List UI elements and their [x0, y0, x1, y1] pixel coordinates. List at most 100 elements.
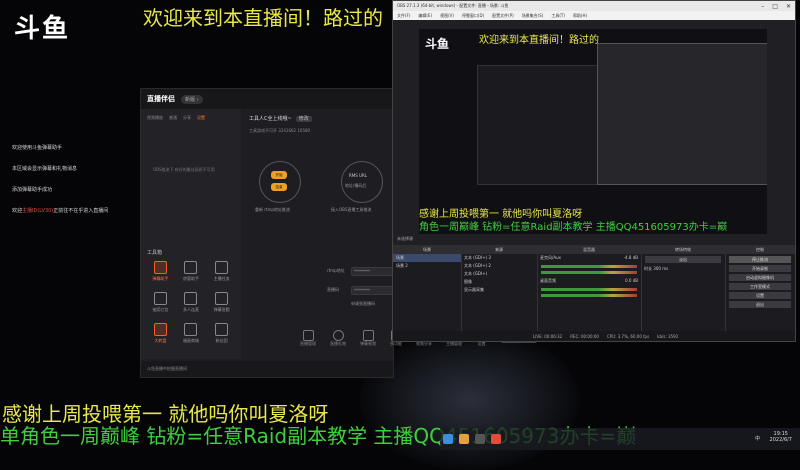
toolbox-header: 工具箱 — [147, 250, 163, 256]
clock[interactable]: 19:15 2022/6/7 — [770, 431, 792, 443]
menu-profile[interactable]: 配置文件(P) — [492, 13, 514, 19]
scene-item[interactable]: 场景 — [393, 254, 461, 262]
menu-docks[interactable]: 停靠窗口(D) — [462, 13, 484, 19]
settings-button[interactable]: 设置 — [729, 292, 791, 299]
menu-help[interactable]: 帮助(H) — [573, 13, 587, 19]
tab-normal[interactable]: 普通 — [169, 115, 177, 121]
mixer-meter — [541, 294, 637, 297]
obs-menubar: 文件(F) 编辑(E) 视图(V) 停靠窗口(D) 配置文件(P) 场景集合(S… — [393, 11, 795, 20]
tool-wheel[interactable]: 大转盘 — [145, 323, 176, 344]
mixer-dock: 混音器 麦克风/Aux -4.8 dB 桌面音频 0.0 dB — [537, 245, 642, 331]
stream-key-label: 直播码 — [327, 287, 339, 292]
bottom-icon[interactable]: 直播礼物 — [330, 330, 346, 347]
source-item[interactable]: 显示器采集 — [461, 286, 537, 294]
obs-preview[interactable]: 斗鱼 欢迎来到本直播间！路过的 感谢上周投喂第一 就他吗你叫夏洛呀 角色一周巅峰… — [419, 29, 767, 234]
tool-tasks[interactable]: 主播任务 — [206, 261, 237, 282]
user-icon — [184, 261, 198, 274]
exit-button[interactable]: 退出 — [729, 301, 791, 308]
scene-item[interactable]: 场景 2 — [393, 262, 461, 270]
scenes-dock: 场景 场景 场景 2 — [393, 245, 462, 331]
preview-title: 欢迎来到本直播间！路过的 — [479, 35, 599, 46]
quiz-icon — [215, 292, 229, 305]
shop-icon — [184, 323, 198, 336]
tool-quiz[interactable]: 弹幕答题 — [206, 292, 237, 313]
chat-line: 欢迎使用斗鱼弹幕助手 — [12, 145, 63, 151]
room-subinfo: 工具游戏不可开 3241662 16580 — [249, 128, 311, 133]
edit-title-button[interactable]: 修改 — [295, 116, 312, 122]
menu-edit[interactable]: 编辑(E) — [418, 13, 432, 19]
bottom-icon[interactable]: 弹幕视频 — [360, 330, 376, 347]
start-mode-button[interactable]: 开始 — [271, 171, 287, 179]
menu-scene-collection[interactable]: 场景集合(S) — [522, 13, 544, 19]
controls-header: 控制 — [725, 245, 795, 254]
virtual-camera-button[interactable]: 启动虚拟摄像机 — [729, 274, 791, 281]
source-item[interactable]: 文本 (GDI+) — [461, 270, 537, 278]
bottom-icon[interactable]: 直播管理 — [300, 330, 316, 347]
mixer-meter — [541, 271, 637, 274]
menu-tools[interactable]: 工具(T) — [551, 13, 565, 19]
browser-icon[interactable] — [443, 434, 453, 444]
obs-icon[interactable] — [475, 434, 485, 444]
studio-mode-button[interactable]: 工作室模式 — [729, 283, 791, 290]
folder-icon[interactable] — [459, 434, 469, 444]
tool-lottery[interactable]: 抽奖红包 — [145, 292, 176, 313]
tool-fans[interactable]: 粉丝团 — [206, 323, 237, 344]
gift-icon — [153, 292, 167, 305]
stop-stream-button[interactable]: 停止推流 — [729, 256, 791, 263]
assistant-left-panel: 视频播放 普通 分享 设置 OBS推流下 有好的最佳画质不可用 工具箱 弹幕助手… — [141, 109, 241, 359]
input-language[interactable]: 中 — [755, 435, 760, 442]
sources-dock: 来源 文本 (GDI+) 3 文本 (GDI+) 2 文本 (GDI+) 图像 … — [461, 245, 538, 331]
menu-file[interactable]: 文件(F) — [397, 13, 410, 19]
transitions-dock: 转场特效 淡出 时长 300 ms — [641, 245, 726, 331]
source-item[interactable]: 图像 — [461, 278, 537, 286]
preview-logo: 斗鱼 — [425, 37, 450, 51]
maximize-icon[interactable]: □ — [772, 3, 778, 10]
wheel-icon — [153, 323, 167, 336]
mixer-channel: 麦克风/Aux -4.8 dB — [540, 255, 638, 260]
stop-mode-button[interactable]: 结束 — [271, 183, 287, 191]
status-live: LIVE: 00:06:32 — [533, 333, 563, 339]
stream-key-hint: 申请到直播码 — [351, 301, 375, 306]
hint-right: 接入OBS直播工具推流 — [331, 207, 372, 212]
rtmp-field-label: rtmp地址 — [327, 268, 345, 273]
video-icon — [362, 330, 374, 341]
duration-row: 时长 300 ms — [644, 266, 669, 271]
status-cpu: CPU: 3.7%, 60.00 fps — [606, 333, 650, 339]
status-rec: REC: 00:00:00 — [570, 333, 599, 339]
duration-field[interactable]: 300 ms — [653, 266, 668, 271]
version-pill[interactable]: 新版 › — [181, 94, 203, 104]
start-record-button[interactable]: 开始录制 — [729, 265, 791, 272]
top-ticker: 欢迎来到本直播间！路过的 — [143, 6, 383, 30]
monitor-icon — [302, 330, 314, 341]
tab-share[interactable]: 分享 — [183, 115, 191, 121]
transition-select[interactable]: 淡出 — [645, 256, 721, 263]
obs-titlebar: OBS 27.1.3 (64-bit, windows) - 配置文件: 直播 … — [393, 1, 795, 11]
tool-danmu[interactable]: 弹幕助手 — [145, 261, 176, 282]
douyu-icon[interactable] — [491, 434, 501, 444]
chat-icon — [153, 261, 167, 274]
tool-multi-mic[interactable]: 多人连麦 — [176, 292, 207, 313]
room-title: 工具人C全上线哦~ 修改 — [241, 109, 393, 128]
preview-green-ticker: 角色一周巅峰 钻粉=任意Raid副本教学 主播QQ451605973办卡=巅 — [419, 222, 728, 233]
source-item[interactable]: 文本 (GDI+) 3 — [461, 254, 537, 262]
minimize-icon[interactable]: – — [761, 3, 764, 10]
source-item[interactable]: 文本 (GDI+) 2 — [461, 262, 537, 270]
menu-view[interactable]: 视图(V) — [440, 13, 454, 19]
task-icon — [215, 261, 229, 274]
close-icon[interactable]: ✕ — [786, 3, 791, 10]
obs-title: OBS 27.1.3 (64-bit, windows) - 配置文件: 直播 … — [397, 3, 509, 8]
chat-panel: 欢迎使用斗鱼弹幕助手 本区域会显示弹幕和礼物消息 添加弹幕助手成功 欢迎主播ID… — [12, 144, 142, 228]
preview-assistant-capture — [477, 65, 599, 185]
assistant-main-panel: 工具人C全上线哦~ 修改 工具游戏不可开 3241662 16580 开始 结束 … — [241, 109, 399, 359]
tab-settings[interactable]: 设置 — [197, 115, 205, 121]
mode-circle-left — [259, 161, 301, 203]
tool-room-admin[interactable]: 房管助手 — [176, 261, 207, 282]
taskbar: 中 19:15 2022/6/7 — [440, 428, 800, 450]
obs-statusbar: LIVE: 00:06:32 REC: 00:00:00 CPU: 3.7%, … — [393, 331, 795, 341]
status-bitrate: kb/s: 3592 — [657, 333, 679, 339]
gift-icon — [332, 330, 344, 341]
tool-shop[interactable]: 福星商城 — [176, 323, 207, 344]
tab-video[interactable]: 视频播放 — [147, 115, 163, 121]
toolbox-grid: 弹幕助手 房管助手 主播任务 抽奖红包 多人连麦 弹幕答题 大转盘 福星商城 粉… — [145, 261, 237, 344]
mixer-header: 混音器 — [537, 245, 641, 254]
